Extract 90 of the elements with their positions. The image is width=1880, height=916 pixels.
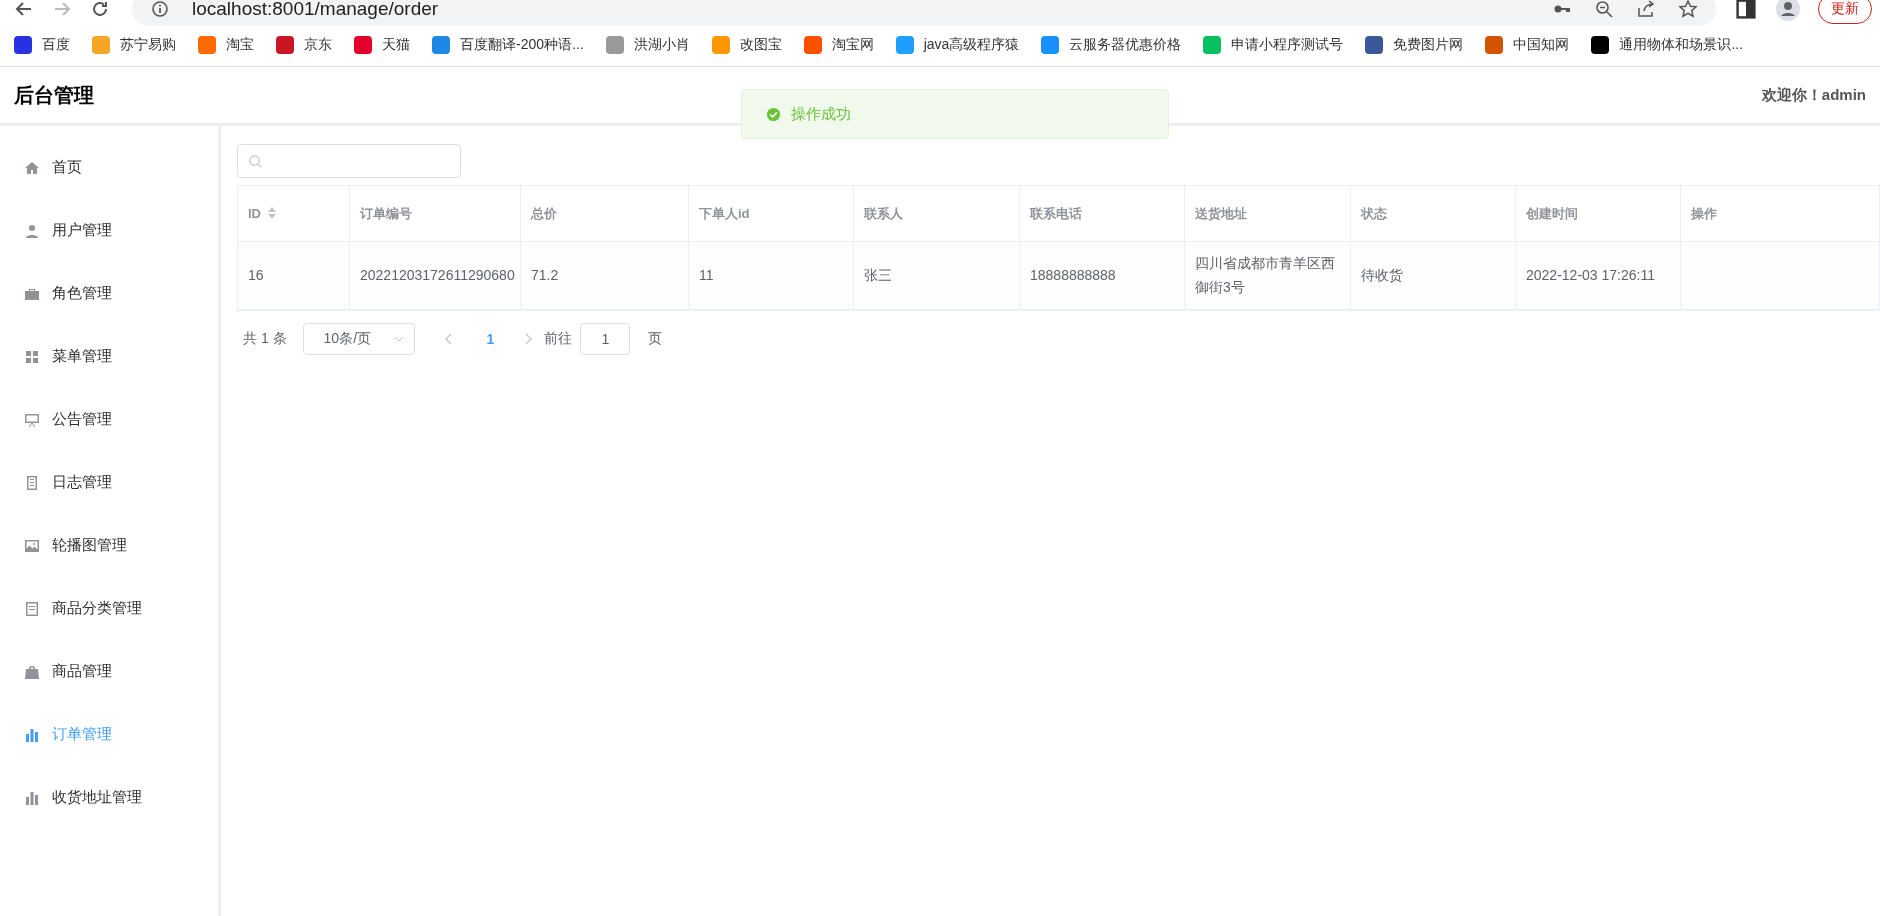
bookmark-icon: [14, 36, 32, 54]
menu-item-icon: [24, 474, 40, 491]
sidebar-item[interactable]: 用户管理: [0, 199, 218, 262]
search-icon: [248, 153, 263, 169]
profile-icon[interactable]: [1776, 0, 1800, 21]
table-cell: 2022-12-03 17:26:11: [1526, 267, 1655, 284]
column-header: 联系电话: [1030, 205, 1082, 221]
bookmark[interactable]: 云服务器优惠价格: [1041, 36, 1182, 54]
table-cell: 张三: [864, 267, 892, 284]
menu-item-icon: [24, 159, 40, 176]
bookmark-icon: [432, 36, 450, 54]
table-cell: 11: [699, 267, 714, 284]
bookmark[interactable]: 洪湖小肖: [605, 36, 690, 54]
bookmark-icon: [354, 36, 372, 54]
sidebar-item[interactable]: 公告管理: [0, 388, 218, 451]
app-title: 后台管理: [14, 82, 94, 108]
table-cell: 16: [248, 267, 264, 284]
sidebar-item[interactable]: 商品管理: [0, 640, 218, 703]
info-icon: [150, 0, 170, 19]
table-cell: 四川省成都市青羊区西御街3号: [1195, 255, 1335, 296]
bookmark[interactable]: java高级程序猿: [895, 36, 1020, 54]
update-button[interactable]: 更新: [1818, 0, 1872, 24]
address-bar[interactable]: localhost:8001/manage/order: [132, 0, 1716, 26]
column-header: 订单编号: [360, 205, 412, 221]
bookmark-icon: [1365, 36, 1384, 54]
bookmark[interactable]: 苏宁易购: [92, 36, 176, 54]
bookmark[interactable]: 淘宝: [198, 36, 254, 54]
bookmark-icon: [1041, 36, 1060, 54]
caret-icon: [393, 335, 404, 342]
bookmark-icon: [276, 36, 294, 54]
table-cell: 71.2: [531, 267, 559, 284]
bookmark[interactable]: 申请小程序测试号: [1203, 36, 1344, 54]
bookmark[interactable]: 百度: [14, 36, 70, 54]
page-unit: 页: [648, 329, 663, 348]
bookmark[interactable]: 京东: [276, 36, 332, 54]
share-icon[interactable]: [1636, 0, 1656, 19]
bookmark-icon: [605, 36, 624, 54]
column-header: 总价: [531, 205, 557, 221]
page-size-select[interactable]: 10条/页: [302, 322, 415, 355]
menu-item-icon: [24, 726, 40, 743]
search-field[interactable]: [237, 144, 461, 178]
bookmark[interactable]: 淘宝网: [803, 36, 874, 54]
toast-message: 操作成功: [791, 104, 851, 124]
bookmark[interactable]: 免费图片网: [1365, 36, 1464, 54]
bookmark[interactable]: 通用物体和场景识...: [1591, 36, 1744, 54]
bookmark-icon: [92, 36, 110, 54]
sidebar-item[interactable]: 商品分类管理: [0, 577, 218, 640]
goto-page-field[interactable]: 1: [580, 322, 631, 355]
check-circle-icon: [766, 106, 781, 122]
bookmark-icon: [198, 36, 216, 54]
star-icon[interactable]: [1678, 0, 1698, 19]
menu-item-icon: [24, 348, 40, 365]
welcome-text: 欢迎你！admin: [1761, 85, 1866, 105]
table-cell: 18888888888: [1030, 267, 1116, 284]
menu-item-icon: [24, 411, 40, 428]
menu-item-icon: [24, 600, 40, 617]
sidebar-item[interactable]: 轮播图管理: [0, 514, 218, 577]
bookmark-icon: [803, 36, 822, 54]
goto-label: 前往: [544, 329, 573, 348]
column-header: 状态: [1361, 205, 1387, 221]
total-count: 共 1 条: [243, 329, 287, 348]
bookmark[interactable]: 中国知网: [1485, 36, 1570, 54]
menu-item-icon: [24, 789, 40, 806]
sidebar-icon[interactable]: [1734, 0, 1758, 21]
bookmark[interactable]: 天猫: [354, 36, 410, 54]
bookmark-icon: [895, 36, 914, 54]
bookmark-icon: [1591, 36, 1610, 54]
sidebar-item[interactable]: 菜单管理: [0, 325, 218, 388]
column-header: 下单人id: [699, 205, 750, 221]
column-header: 创建时间: [1526, 205, 1578, 221]
menu-item-icon: [24, 537, 40, 554]
sidebar-item[interactable]: 首页: [0, 136, 218, 199]
column-header: 送货地址: [1195, 205, 1247, 221]
sidebar-item[interactable]: 收货地址管理: [0, 766, 218, 829]
sidebar-item[interactable]: 角色管理: [0, 262, 218, 325]
zoom-icon[interactable]: [1594, 0, 1614, 19]
bookmark-icon: [711, 36, 730, 54]
table-cell: 待收货: [1361, 267, 1403, 284]
column-header: 联系人: [864, 205, 903, 221]
menu-item-icon: [24, 663, 40, 680]
bookmark[interactable]: 百度翻译-200种语...: [432, 36, 584, 54]
sidebar-item[interactable]: 日志管理: [0, 451, 218, 514]
column-header: 操作: [1691, 205, 1717, 221]
bookmark-icon: [1485, 36, 1504, 54]
bookmark-icon: [1203, 36, 1222, 54]
menu-item-icon: [24, 222, 40, 239]
column-header: ID: [248, 206, 261, 221]
reload-icon[interactable]: [90, 0, 110, 19]
bookmark[interactable]: 改图宝: [711, 36, 782, 54]
table-cell: 20221203172611290680: [360, 267, 515, 284]
